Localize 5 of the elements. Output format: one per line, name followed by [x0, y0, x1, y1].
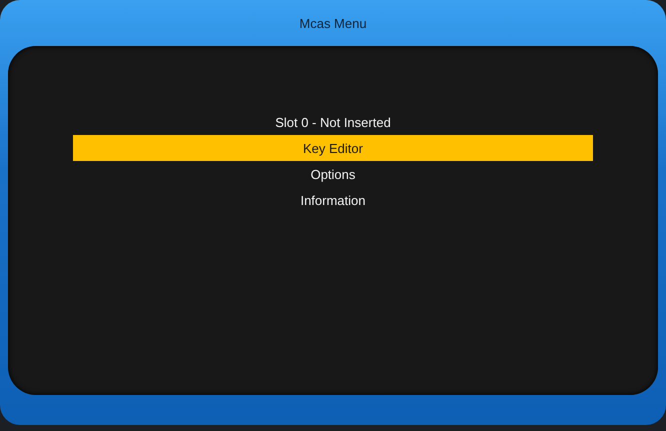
menu-item[interactable]: Key Editor	[73, 135, 593, 161]
window-title: Mcas Menu	[299, 16, 367, 30]
menu-item[interactable]: Options	[73, 161, 593, 187]
menu-item[interactable]: Information	[73, 187, 593, 213]
menu-item[interactable]: Slot 0 - Not Inserted	[73, 109, 593, 135]
